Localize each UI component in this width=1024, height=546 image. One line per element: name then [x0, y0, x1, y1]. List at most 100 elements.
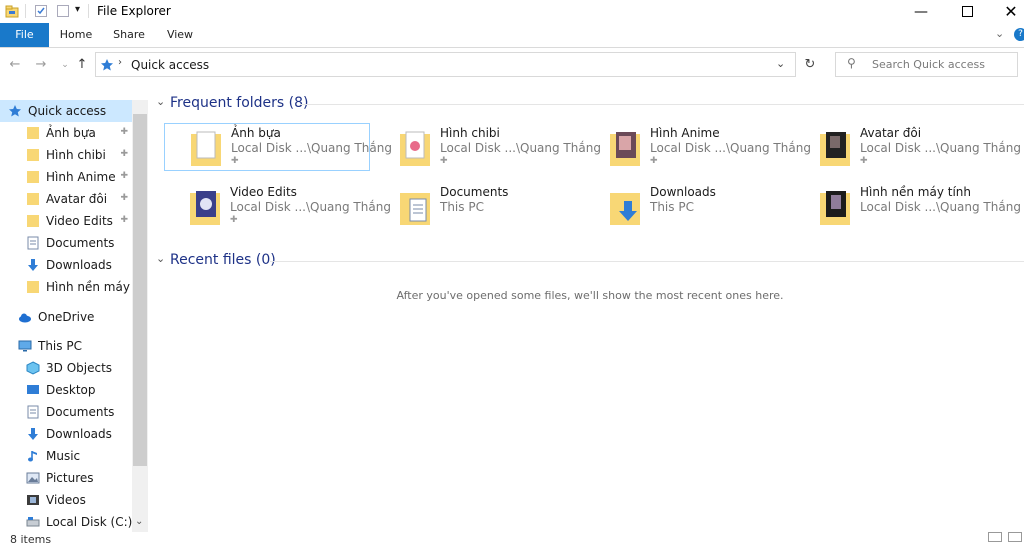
folder-tile[interactable]: Documents This PC	[374, 183, 580, 231]
folder-location: Local Disk ...\Quang Thắng	[650, 141, 811, 155]
documents-icon	[27, 236, 39, 250]
nav-item-music[interactable]: Music	[0, 445, 132, 467]
folder-tile[interactable]: Hình chibi Local Disk ...\Quang Thắng ✚	[374, 124, 601, 172]
expand-ribbon-icon[interactable]: ⌄	[995, 27, 1004, 40]
nav-item-wallpapers[interactable]: Hình nền máy tín	[0, 276, 132, 298]
properties-icon[interactable]	[34, 4, 48, 18]
folder-name: Documents	[440, 185, 509, 199]
folder-icon	[820, 132, 850, 166]
large-icons-view-icon[interactable]	[1008, 532, 1022, 542]
pin-icon: ✚	[230, 215, 238, 225]
nav-scrollbar-thumb[interactable]	[133, 114, 147, 466]
nav-item-label: Local Disk (C:)	[46, 515, 132, 529]
nav-item-quick-access[interactable]: Quick access	[0, 100, 132, 122]
nav-item-documents[interactable]: Documents	[0, 401, 132, 423]
details-view-icon[interactable]	[988, 532, 1002, 542]
download-arrow-icon	[28, 428, 38, 440]
breadcrumb-separator-icon[interactable]: ›	[118, 57, 122, 68]
nav-item-label: Hình nền máy tín	[46, 280, 132, 294]
folder-icon	[27, 127, 39, 139]
recent-locations-icon[interactable]: ⌄	[56, 57, 74, 73]
folder-icon	[27, 281, 39, 293]
new-folder-icon[interactable]	[56, 4, 70, 18]
pictures-icon	[26, 472, 40, 484]
nav-item-documents[interactable]: Documents	[0, 232, 132, 254]
folder-tile[interactable]: Avatar đôi Local Disk ...\Quang Thắng ✚	[794, 124, 1021, 172]
navigation-pane: Quick access Ảnh bựa ✚ Hình chibi ✚ Hình…	[0, 92, 148, 532]
help-icon[interactable]: ?	[1014, 28, 1024, 41]
forward-icon[interactable]: →	[32, 57, 50, 73]
nav-item-downloads[interactable]: Downloads	[0, 254, 132, 276]
nav-item-label: 3D Objects	[46, 361, 113, 375]
nav-item-3d-objects[interactable]: 3D Objects	[0, 357, 132, 379]
address-location[interactable]: Quick access	[131, 58, 209, 72]
nav-item-label: Hình Anime	[46, 170, 116, 184]
ribbon-tabs: File Home Share View ⌄ ?	[0, 23, 1024, 48]
nav-item-label: Music	[46, 449, 81, 463]
folder-app-icon	[5, 5, 19, 18]
folder-tile[interactable]: Video Edits Local Disk ...\Quang Thắng ✚	[164, 183, 391, 231]
nav-item-downloads[interactable]: Downloads	[0, 423, 132, 445]
folder-location: Local Disk ...\Quang Thắng	[860, 141, 1021, 155]
minimize-button[interactable]: —	[898, 0, 944, 23]
nav-item-videos[interactable]: Videos	[0, 489, 132, 511]
nav-item-label: Downloads	[46, 427, 112, 441]
folder-tile[interactable]: Downloads This PC	[584, 183, 790, 231]
nav-item-label: Desktop	[46, 383, 96, 397]
nav-item-pinned-folder[interactable]: Avatar đôi ✚	[0, 188, 132, 210]
status-item-count: 8 items	[10, 533, 52, 546]
nav-item-pinned-folder[interactable]: Hình Anime ✚	[0, 166, 132, 188]
folder-icon	[190, 191, 220, 225]
maximize-button[interactable]	[944, 0, 990, 23]
frequent-folders-header[interactable]: Frequent folders (8)	[170, 95, 309, 111]
group-divider	[270, 261, 1024, 262]
nav-item-label: Downloads	[46, 258, 112, 272]
nav-item-onedrive[interactable]: OneDrive	[0, 306, 132, 328]
folder-icon	[610, 132, 640, 166]
search-input[interactable]: ⚲ Search Quick access	[835, 52, 1018, 77]
customize-toolbar-icon[interactable]: ▾	[75, 4, 80, 15]
tab-home[interactable]: Home	[56, 23, 96, 47]
refresh-icon[interactable]: ↻	[800, 55, 820, 75]
search-icon: ⚲	[847, 56, 856, 70]
folder-tile[interactable]: Hình nền máy tính Local Disk ...\Quang T…	[794, 183, 1021, 231]
quick-access-star-icon	[101, 59, 113, 71]
collapse-chevron-icon[interactable]: ⌄	[156, 95, 165, 108]
tab-file[interactable]: File	[0, 23, 49, 47]
tab-view[interactable]: View	[162, 23, 198, 47]
nav-item-pinned-folder[interactable]: Hình chibi ✚	[0, 144, 132, 166]
folder-tile[interactable]: Ảnh bựa Local Disk ...\Quang Thắng ✚	[164, 123, 392, 171]
nav-item-label: Documents	[46, 236, 115, 250]
close-button[interactable]: ✕	[988, 0, 1024, 23]
nav-item-desktop[interactable]: Desktop	[0, 379, 132, 401]
nav-item-pinned-folder[interactable]: Ảnh bựa ✚	[0, 122, 132, 144]
collapse-chevron-icon[interactable]: ⌄	[156, 252, 165, 265]
cube-icon	[26, 361, 40, 375]
recent-files-header[interactable]: Recent files (0)	[170, 252, 276, 268]
folder-icon	[820, 191, 850, 225]
nav-item-pinned-folder[interactable]: Video Edits ✚	[0, 210, 132, 232]
folder-name: Avatar đôi	[860, 126, 922, 140]
nav-item-label: Videos	[46, 493, 86, 507]
nav-item-local-disk[interactable]: Local Disk (C:)	[0, 511, 132, 533]
folder-icon	[191, 131, 221, 166]
pin-icon: ✚	[860, 156, 868, 166]
folder-name: Hình nền máy tính	[860, 185, 971, 199]
folder-tile[interactable]: Hình Anime Local Disk ...\Quang Thắng ✚	[584, 124, 811, 172]
scroll-down-icon[interactable]: ⌄	[135, 516, 143, 527]
folder-location: This PC	[650, 200, 694, 214]
nav-item-label: Pictures	[46, 471, 94, 485]
folder-name: Hình chibi	[440, 126, 500, 140]
address-bar[interactable]: › Quick access ⌄	[95, 52, 796, 77]
downloads-folder-icon	[610, 193, 640, 225]
back-icon[interactable]: ←	[6, 57, 24, 73]
nav-item-label: Video Edits	[46, 214, 113, 228]
folder-icon	[400, 131, 430, 166]
divider	[88, 4, 89, 18]
tab-share[interactable]: Share	[108, 23, 150, 47]
group-divider	[300, 104, 1024, 105]
up-icon[interactable]: ↑	[73, 57, 91, 73]
nav-item-pictures[interactable]: Pictures	[0, 467, 132, 489]
address-dropdown-icon[interactable]: ⌄	[776, 57, 785, 70]
nav-item-this-pc[interactable]: This PC	[0, 335, 132, 357]
